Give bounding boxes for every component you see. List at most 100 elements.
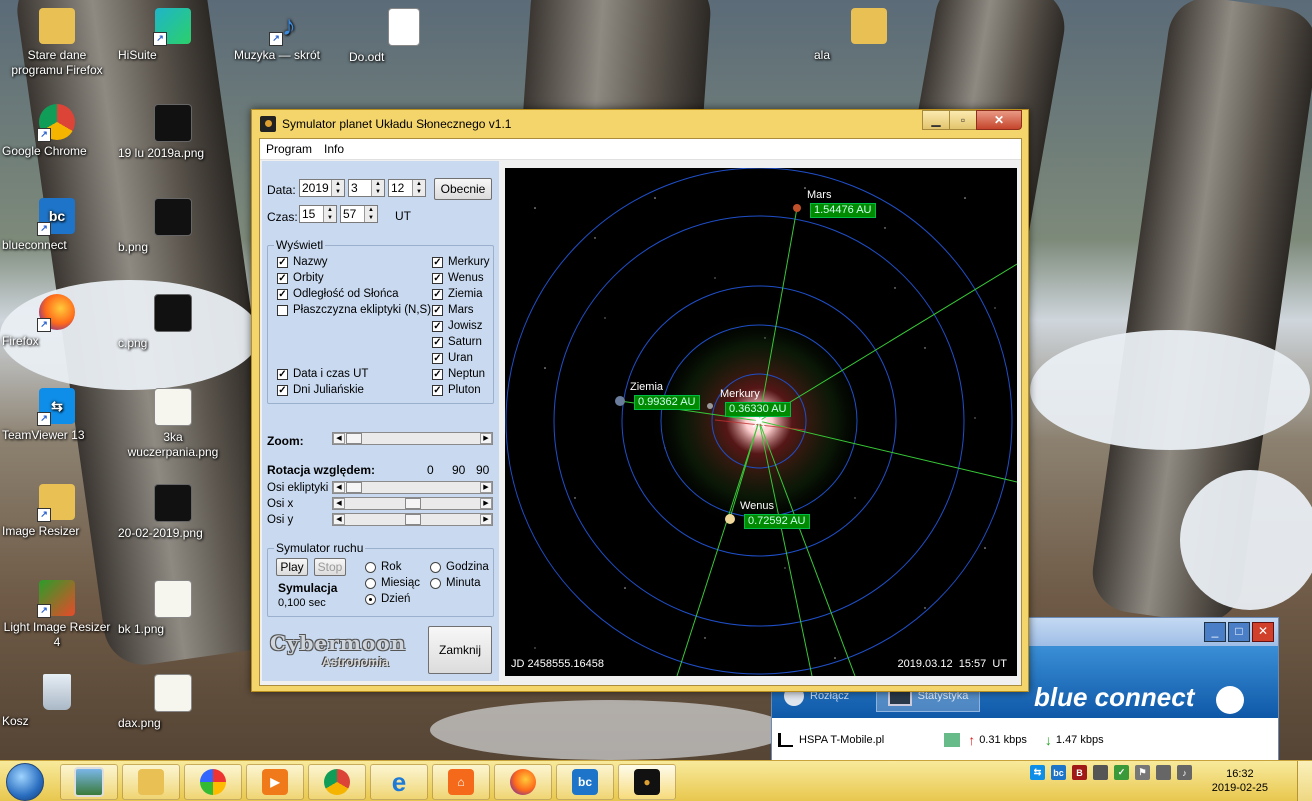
volume-tray-icon[interactable]: ♪ [1177,765,1192,780]
checkbox-neptune[interactable]: ✓ Neptun [432,368,485,380]
minute-spinner[interactable]: 57 ▲ ▼ [340,205,378,223]
desktop-icon-ala[interactable]: ala [814,8,924,62]
arrow-left-icon[interactable]: ◀ [333,482,345,493]
desktop-icon-b-png[interactable]: b.png [118,198,228,254]
desktop-icon-hisuite[interactable]: ↗ HiSuite [118,8,228,62]
planet-mars-icon[interactable] [793,204,801,212]
shield-tray-icon[interactable]: ✓ [1114,765,1129,780]
start-button[interactable] [6,763,44,801]
zoom-slider[interactable]: ◀ ▶ [332,432,493,445]
minimize-button[interactable]: _ [1204,622,1226,642]
spin-up-icon[interactable]: ▲ [413,180,425,188]
taskbar-media-player[interactable]: ▶ [246,764,304,800]
battery-tray-icon[interactable] [1156,765,1171,780]
desktop-icon-music[interactable]: ♪ ↗ Muzyka — skrót [234,8,344,62]
menu-info[interactable]: Info [318,142,350,156]
slider-thumb[interactable] [346,482,362,493]
spin-up-icon[interactable]: ▲ [365,206,377,214]
checkbox-names[interactable]: ✓ Nazwy [277,256,328,268]
ecliptic-slider[interactable]: ◀ ▶ [332,481,493,494]
arrow-left-icon[interactable]: ◀ [333,514,345,525]
taskbar-planet-simulator[interactable]: ● [618,764,676,800]
spin-down-icon[interactable]: ▼ [413,188,425,196]
taskbar-firefox[interactable] [494,764,552,800]
axis-y-slider[interactable]: ◀ ▶ [332,513,493,526]
arrow-right-icon[interactable]: ▶ [480,514,492,525]
taskbar-allegro[interactable]: ⌂ [432,764,490,800]
blueconnect-tray-icon[interactable]: bc [1051,765,1066,780]
desktop-icon-3ka[interactable]: 3ka wuczerpania.png [118,388,228,459]
slider-thumb[interactable] [405,498,421,509]
desktop-icon-teamviewer[interactable]: ⇆ ↗ TeamViewer 13 [2,388,112,442]
radio-month[interactable]: Miesiąc [365,577,420,589]
desktop-icon-20-02[interactable]: 20-02-2019.png [118,484,228,540]
desktop-icon-blueconnect[interactable]: bc ↗ blueconnect [2,198,112,252]
spin-down-icon[interactable]: ▼ [372,188,384,196]
year-spinner[interactable]: 2019 ▲ ▼ [299,179,345,197]
desktop-icon-19lu[interactable]: 19 lu 2019a.png [118,104,228,160]
checkbox-date-time[interactable]: ✓ Data i czas UT [277,368,368,380]
taskbar-explorer[interactable] [122,764,180,800]
flag-tray-icon[interactable]: ⚑ [1135,765,1150,780]
arrow-right-icon[interactable]: ▶ [480,482,492,493]
desktop-icon-bk1[interactable]: bk 1.png [118,580,228,636]
network-tray-icon[interactable] [1093,765,1108,780]
radio-year[interactable]: Rok [365,561,401,573]
checkbox-jupiter[interactable]: ✓ Jowisz [432,320,483,332]
desktop-icon-firefox[interactable]: ↗ Firefox [2,294,112,348]
day-spinner[interactable]: 12 ▲ ▼ [388,179,426,197]
checkbox-orbits[interactable]: ✓ Orbity [277,272,324,284]
desktop-icon-dax[interactable]: dax.png [118,674,228,730]
spin-up-icon[interactable]: ▲ [332,180,344,188]
arrow-left-icon[interactable]: ◀ [333,498,345,509]
clock[interactable]: 16:32 2019-02-25 [1212,767,1268,795]
desktop-icon-image-resizer[interactable]: ↗ Image Resizer [2,484,112,538]
teamviewer-tray-icon[interactable]: ⇆ [1030,765,1045,780]
desktop-icon-light-image-resizer[interactable]: ↗ Light Image Resizer 4 [2,580,112,649]
checkbox-venus[interactable]: ✓ Wenus [432,272,484,284]
checkbox-mars[interactable]: ✓ Mars [432,304,474,316]
arrow-right-icon[interactable]: ▶ [480,498,492,509]
spin-down-icon[interactable]: ▼ [332,188,344,196]
solar-system-view[interactable]: Mars 1.54476 AU Ziemia 0.99362 AU Merkur… [505,168,1017,676]
checkbox-ecliptic-plane[interactable]: Płaszczyzna ekliptyki (N,S) [277,304,431,316]
slider-thumb[interactable] [346,433,362,444]
checkbox-julian-days[interactable]: ✓ Dni Juliańskie [277,384,364,396]
now-button[interactable]: Obecnie [434,178,492,200]
play-button[interactable]: Play [276,558,308,576]
desktop-icon-recycle-bin[interactable]: Kosz [2,674,112,728]
spin-down-icon[interactable]: ▼ [324,214,336,222]
maximize-button[interactable]: □ [1228,622,1250,642]
taskbar-photo-viewer[interactable] [60,764,118,800]
taskbar-blueconnect[interactable]: bc [556,764,614,800]
slider-thumb[interactable] [405,514,421,525]
desktop-icon-do-odt[interactable]: Do.odt [349,8,459,64]
checkbox-mercury[interactable]: ✓ Merkury [432,256,490,268]
close-button[interactable]: ✕ [1252,622,1274,642]
planet-venus-icon[interactable] [725,514,735,524]
checkbox-saturn[interactable]: ✓ Saturn [432,336,482,348]
checkbox-sun-distance[interactable]: ✓ Odległość od Słońca [277,288,398,300]
checkbox-earth[interactable]: ✓ Ziemia [432,288,483,300]
radio-hour[interactable]: Godzina [430,561,489,573]
month-spinner[interactable]: 3 ▲ ▼ [348,179,385,197]
desktop-icon-firefox-data[interactable]: Stare dane programu Firefox [2,8,112,77]
show-desktop-button[interactable] [1297,761,1312,801]
planet-earth-icon[interactable] [615,396,625,406]
close-app-button[interactable]: Zamknij [428,626,492,674]
checkbox-pluto[interactable]: ✓ Pluton [432,384,481,396]
hour-spinner[interactable]: 15 ▲ ▼ [299,205,337,223]
spin-up-icon[interactable]: ▲ [372,180,384,188]
desktop-icon-c-png[interactable]: c.png [118,294,228,350]
bold-b-tray-icon[interactable]: B [1072,765,1087,780]
spin-up-icon[interactable]: ▲ [324,206,336,214]
axis-x-slider[interactable]: ◀ ▶ [332,497,493,510]
taskbar-picasa[interactable] [184,764,242,800]
radio-minute[interactable]: Minuta [430,577,481,589]
maximize-button[interactable]: ▫ [949,110,977,130]
radio-day[interactable]: Dzień [365,593,410,605]
stop-button[interactable]: Stop [314,558,346,576]
checkbox-uranus[interactable]: ✓ Uran [432,352,473,364]
close-button[interactable]: ✕ [976,110,1022,130]
taskbar-internet-explorer[interactable]: e [370,764,428,800]
